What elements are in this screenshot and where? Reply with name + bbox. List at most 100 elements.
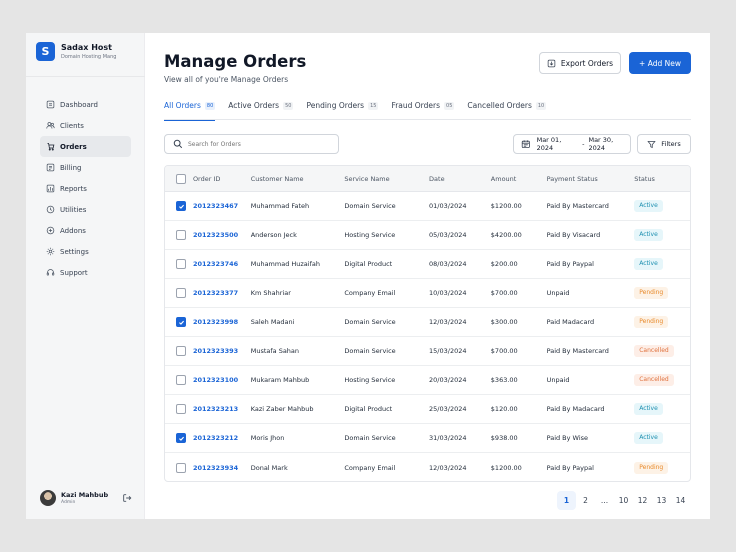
column-header-customer[interactable]: Customer Name bbox=[251, 175, 345, 183]
brand[interactable]: S Sadax Host Domain Hosting Mang bbox=[36, 42, 116, 61]
check-icon bbox=[178, 320, 184, 325]
page-13-button[interactable]: 13 bbox=[652, 491, 671, 510]
order-id-link[interactable]: 2012323467 bbox=[193, 202, 251, 210]
row-checkbox[interactable] bbox=[176, 288, 186, 298]
table-row[interactable]: 2012323393 Mustafa Sahan Domain Service 15/… bbox=[165, 337, 690, 366]
order-date: 12/03/2024 bbox=[429, 318, 467, 326]
table-row[interactable]: 2012323467 Muhammad Fateh Domain Service 01… bbox=[165, 192, 690, 221]
sidebar-item-label: Addons bbox=[60, 226, 86, 235]
sidebar-item-clients[interactable]: Clients bbox=[40, 115, 131, 136]
sidebar-item-label: Billing bbox=[60, 163, 82, 172]
check-icon bbox=[178, 436, 184, 441]
customer-name: Km Shahriar bbox=[250, 289, 291, 297]
row-checkbox[interactable] bbox=[176, 346, 186, 356]
table-row[interactable]: 2012323100 Mukaram Mahbub Hosting Service 2… bbox=[165, 366, 690, 395]
date-range-picker[interactable]: Mar 01, 2024 - Mar 30, 2024 bbox=[513, 134, 631, 154]
sidebar-item-billing[interactable]: Billing bbox=[40, 157, 131, 178]
table-row[interactable]: 2012323998 Saleh Madani Domain Service 12/0… bbox=[165, 308, 690, 337]
page-14-button[interactable]: 14 bbox=[671, 491, 690, 510]
service-name: Company Email bbox=[344, 289, 396, 297]
page-1-button[interactable]: 1 bbox=[557, 491, 576, 510]
sidebar-item-reports[interactable]: Reports bbox=[40, 178, 131, 199]
table-row[interactable]: 2012323500 Anderson Jeck Hosting Service 05… bbox=[165, 221, 690, 250]
row-checkbox[interactable] bbox=[176, 462, 186, 473]
row-checkbox[interactable] bbox=[176, 259, 186, 269]
status-badge: Pending bbox=[634, 461, 669, 474]
export-orders-button[interactable]: Export Orders bbox=[539, 52, 621, 74]
row-checkbox[interactable] bbox=[176, 230, 186, 240]
payment-status: Unpaid bbox=[546, 289, 570, 297]
search-box[interactable] bbox=[164, 134, 339, 154]
status-badge: Active bbox=[634, 432, 663, 444]
filters-button[interactable]: Filters bbox=[637, 134, 691, 154]
payment-status: Paid By Paypal bbox=[546, 463, 594, 472]
addons-icon bbox=[46, 226, 55, 235]
row-checkbox[interactable] bbox=[176, 433, 186, 443]
column-header-payment-status[interactable]: Payment Status bbox=[547, 175, 635, 183]
pagination: 1 2... 10 12 13 14 bbox=[557, 491, 690, 510]
logout-icon[interactable] bbox=[122, 493, 132, 503]
order-id-link[interactable]: 2012323212 bbox=[193, 434, 251, 442]
reports-icon bbox=[46, 184, 55, 193]
sidebar-item-settings[interactable]: Settings bbox=[40, 241, 131, 262]
search-input[interactable] bbox=[188, 140, 328, 148]
sidebar-item-label: Settings bbox=[60, 247, 89, 256]
tab-count-badge: 05 bbox=[444, 102, 455, 110]
order-id-link[interactable]: 2012323998 bbox=[193, 318, 251, 326]
users-icon bbox=[46, 121, 55, 130]
sidebar-item-label: Utilities bbox=[60, 205, 87, 214]
tab-label: Pending Orders bbox=[306, 101, 365, 110]
tab-pending-orders[interactable]: Pending Orders 15 bbox=[306, 98, 379, 120]
order-id-link[interactable]: 2012323100 bbox=[193, 376, 251, 384]
calendar-icon bbox=[521, 140, 530, 148]
page-12-button[interactable]: 12 bbox=[633, 491, 652, 510]
column-header-service[interactable]: Service Name bbox=[344, 175, 429, 183]
user-name: Kazi Mahbub bbox=[61, 490, 109, 499]
main-content: Manage Orders View all of you're Manage … bbox=[145, 33, 710, 519]
order-id-link[interactable]: 2012323746 bbox=[193, 260, 251, 268]
sidebar-item-dashboard[interactable]: Dashboard bbox=[40, 94, 131, 115]
column-header-date[interactable]: Date bbox=[429, 175, 491, 183]
payment-status: Paid By Wise bbox=[546, 434, 589, 442]
tab-active-orders[interactable]: Active Orders 50 bbox=[228, 98, 294, 120]
table-row[interactable]: 2012323934 Donal Mark Company Email 12/03/2… bbox=[165, 453, 690, 481]
table-row[interactable]: 2012323212 Moris Jhon Domain Service 31/03/… bbox=[165, 424, 690, 453]
add-new-button[interactable]: + Add New bbox=[629, 52, 691, 74]
column-header-order-id[interactable]: Order ID bbox=[193, 175, 251, 183]
sidebar-item-support[interactable]: Support bbox=[40, 262, 131, 283]
row-checkbox[interactable] bbox=[176, 375, 186, 385]
sidebar-nav: Dashboard Clients Orders Billing Reports Util… bbox=[40, 94, 131, 283]
row-checkbox[interactable] bbox=[176, 317, 186, 327]
sidebar-item-label: Support bbox=[60, 268, 88, 277]
service-name: Domain Service bbox=[344, 318, 396, 326]
page-2-button[interactable]: 2 bbox=[576, 491, 595, 510]
column-header-status[interactable]: Status bbox=[634, 175, 690, 183]
order-amount: $1200.00 bbox=[490, 202, 522, 210]
status-badge: Pending bbox=[634, 316, 669, 328]
tab-label: All Orders bbox=[164, 101, 201, 110]
orders-table: Order ID Customer Name Service Name Date… bbox=[164, 165, 691, 482]
table-row[interactable]: 2012323377 Km Shahriar Company Email 10/03/… bbox=[165, 279, 690, 308]
order-id-link[interactable]: 2012323213 bbox=[193, 405, 251, 413]
page-10-button[interactable]: 10 bbox=[614, 491, 633, 510]
status-badge: Pending bbox=[634, 287, 669, 299]
row-checkbox[interactable] bbox=[176, 201, 186, 211]
select-all-checkbox[interactable] bbox=[176, 173, 186, 184]
order-id-link[interactable]: 2012323393 bbox=[193, 347, 251, 355]
order-id-link[interactable]: 2012323934 bbox=[193, 464, 251, 472]
sidebar-item-utilities[interactable]: Utilities bbox=[40, 199, 131, 220]
tab-cancelled-orders[interactable]: Cancelled Orders 10 bbox=[467, 98, 547, 120]
row-checkbox[interactable] bbox=[176, 404, 186, 414]
tab-fraud-orders[interactable]: Fraud Orders 05 bbox=[391, 98, 455, 120]
sidebar-item-orders[interactable]: Orders bbox=[40, 136, 131, 157]
user-profile[interactable]: Kazi Mahbub Admin bbox=[40, 490, 132, 506]
table-row[interactable]: 2012323746 Muhammad Huzaifah Digital Produ… bbox=[165, 250, 690, 279]
export-icon bbox=[547, 59, 556, 67]
tab-all-orders[interactable]: All Orders 80 bbox=[164, 98, 216, 121]
sidebar-item-addons[interactable]: Addons bbox=[40, 220, 131, 241]
column-header-amount[interactable]: Amount bbox=[491, 175, 547, 183]
table-row[interactable]: 2012323213 Kazi Zaber Mahbub Digital Produ… bbox=[165, 395, 690, 424]
order-id-link[interactable]: 2012323500 bbox=[193, 231, 251, 239]
order-id-link[interactable]: 2012323377 bbox=[193, 289, 251, 297]
customer-name: Muhammad Fateh bbox=[250, 202, 310, 210]
